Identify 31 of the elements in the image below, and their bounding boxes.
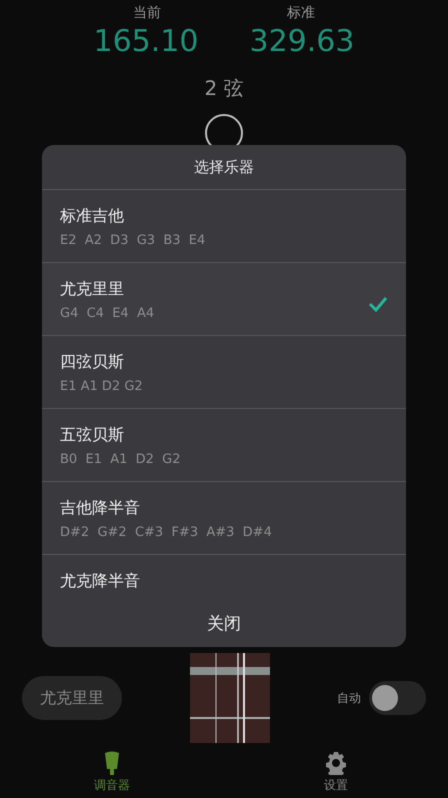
- instrument-item[interactable]: 尤克里里 G4 C4 E4 A4: [42, 263, 406, 336]
- close-button[interactable]: 关闭: [42, 600, 406, 647]
- instrument-name: 四弦贝斯: [60, 352, 125, 373]
- string-number: 2 弦: [204, 75, 244, 102]
- nav-label: 调音器: [94, 777, 130, 794]
- current-label: 当前: [132, 4, 162, 22]
- instrument-button[interactable]: 尤克里里: [22, 676, 122, 720]
- nav-label: 设置: [324, 777, 348, 794]
- instrument-notes: G4 C4 E4 A4: [60, 306, 156, 321]
- current-frequency: 165.10: [92, 24, 200, 59]
- instrument-notes: E2 A2 D3 G3 B3 E4: [60, 233, 206, 248]
- auto-switch[interactable]: [369, 681, 426, 715]
- dialog-title: 选择乐器: [42, 145, 406, 190]
- instrument-name: 吉他降半音: [60, 498, 141, 519]
- instrument-item[interactable]: 五弦贝斯 B0 E1 A1 D2 G2: [42, 409, 406, 482]
- standard-frequency: 329.63: [248, 24, 356, 59]
- nav-tab[interactable]: 设置: [276, 751, 396, 794]
- instrument-name: 尤克里里: [60, 279, 125, 300]
- instrument-name: 五弦贝斯: [60, 425, 125, 446]
- instrument-notes: E1 A1 D2 G2: [60, 379, 144, 394]
- instrument-notes: D#2 G#2 C#3 F#3 A#3 D#4: [60, 525, 273, 540]
- instrument-item[interactable]: 吉他降半音 D#2 G#2 C#3 F#3 A#3 D#4: [42, 482, 406, 555]
- instrument-item[interactable]: 四弦贝斯 E1 A1 D2 G2: [42, 336, 406, 409]
- instrument-item[interactable]: 尤克降半音: [42, 555, 406, 600]
- settings-icon: [324, 751, 348, 775]
- instrument-name: 标准吉他: [60, 206, 125, 227]
- instrument-name: 尤克降半音: [60, 571, 141, 592]
- auto-label: 自动: [337, 690, 361, 706]
- instrument-notes: B0 E1 A1 D2 G2: [60, 452, 182, 467]
- nav-tab[interactable]: 调音器: [52, 751, 172, 794]
- standard-label: 标准: [286, 4, 316, 22]
